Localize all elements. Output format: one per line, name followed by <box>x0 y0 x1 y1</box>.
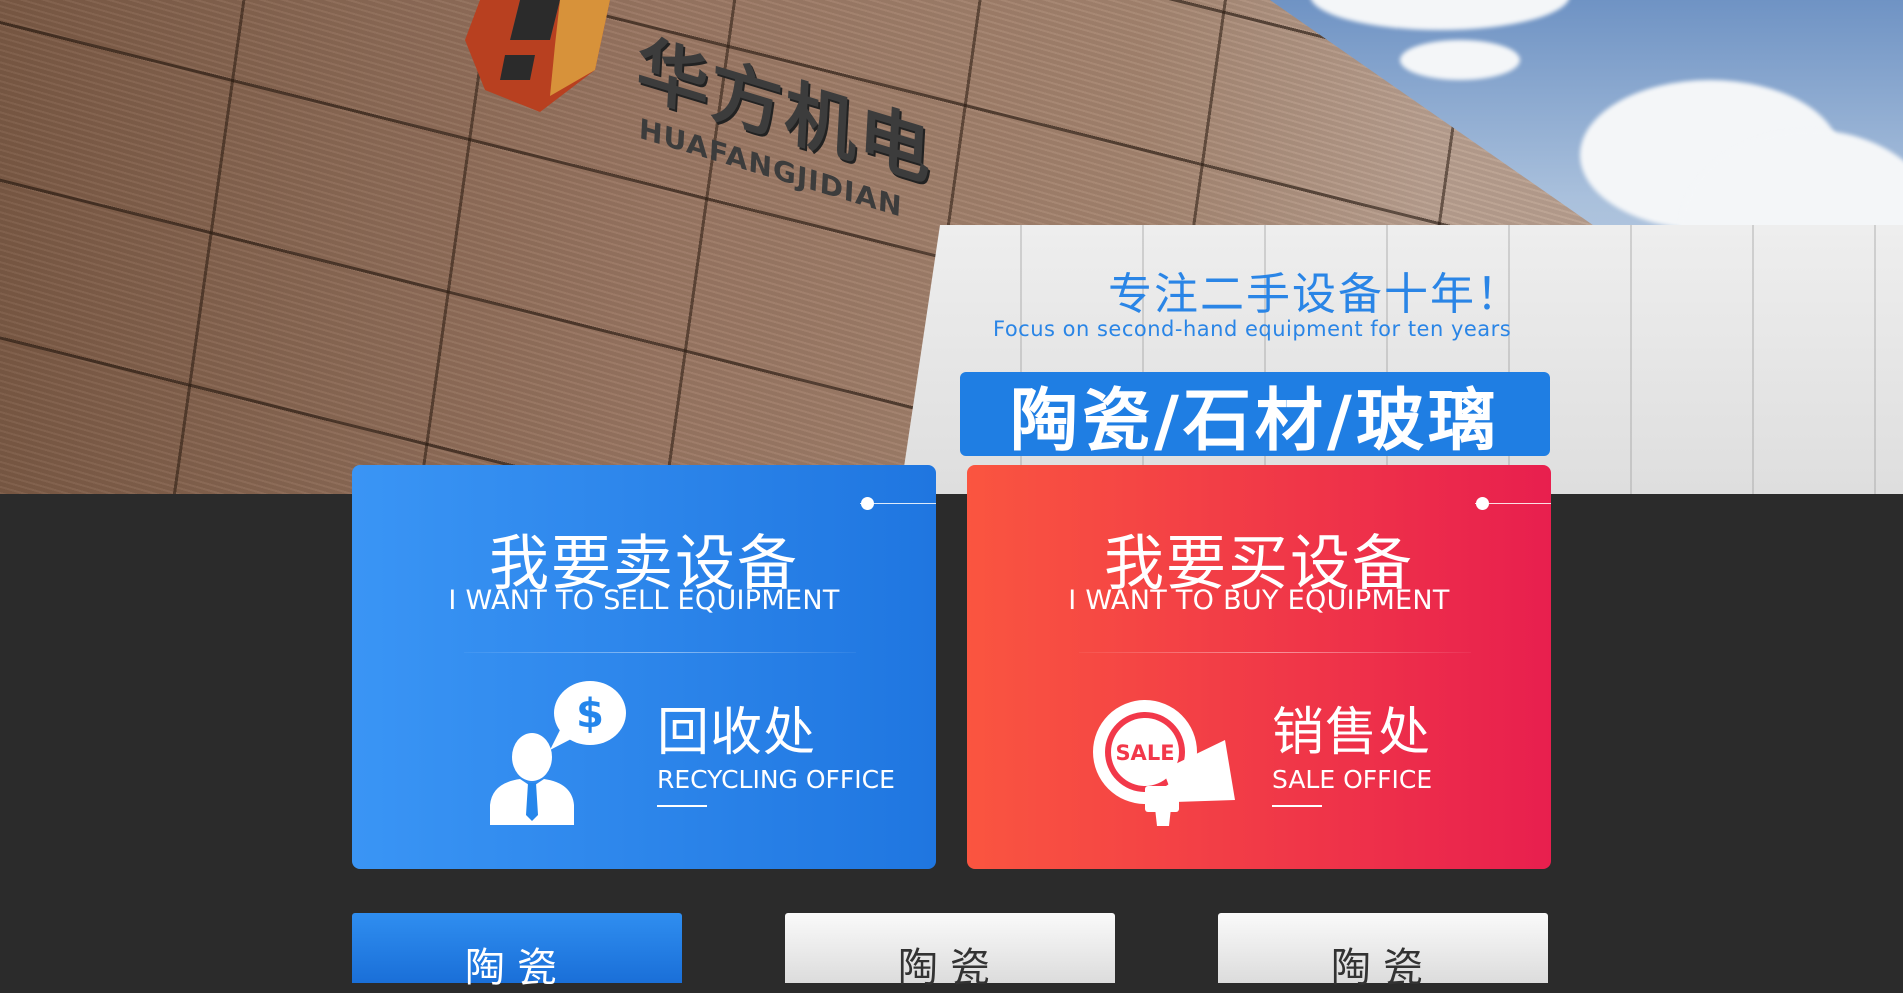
card-title-en: I WANT TO SELL EQUIPMENT <box>448 585 840 616</box>
card-divider <box>464 652 856 653</box>
tab-ceramics-2[interactable]: 陶瓷 <box>785 913 1115 991</box>
sell-equipment-card[interactable]: 我要卖设备 I WANT TO SELL EQUIPMENT $ 回收处 REC… <box>352 465 936 869</box>
card-title-en: I WANT TO BUY EQUIPMENT <box>1068 585 1450 616</box>
slogan-en: Focus on second-hand equipment for ten y… <box>993 317 1512 341</box>
card-divider <box>1079 652 1471 653</box>
tab-ceramics-3[interactable]: 陶瓷 <box>1218 913 1548 991</box>
buy-equipment-card[interactable]: 我要买设备 I WANT TO BUY EQUIPMENT SALE 销售处 S… <box>967 465 1551 869</box>
sale-megaphone-icon: SALE <box>1093 700 1235 826</box>
cloud-shape <box>1400 40 1520 80</box>
office-underline <box>1272 805 1322 807</box>
office-name-en: SALE OFFICE <box>1272 765 1433 794</box>
office-underline <box>657 805 707 807</box>
recycling-person-icon: $ <box>490 681 626 825</box>
svg-text:$: $ <box>576 691 604 737</box>
hero-banner: 华方机电 HUAFANGJIDIAN 专注二手设备十年！ Focus on se… <box>0 0 1903 494</box>
cloud-shape <box>1310 0 1570 30</box>
tab-ceramics-1[interactable]: 陶瓷 <box>352 913 682 991</box>
category-banner: 陶瓷/石材/玻璃 <box>960 372 1550 461</box>
sale-icon-text: SALE <box>1115 741 1174 765</box>
decorative-dot <box>1476 497 1489 510</box>
office-name-en: RECYCLING OFFICE <box>657 765 895 794</box>
office-name-cn: 销售处 <box>1272 703 1432 763</box>
decorative-dot <box>861 497 874 510</box>
office-name-cn: 回收处 <box>657 703 817 763</box>
slogan-cn: 专注二手设备十年！ <box>1108 269 1522 320</box>
company-logo-icon <box>465 0 610 112</box>
